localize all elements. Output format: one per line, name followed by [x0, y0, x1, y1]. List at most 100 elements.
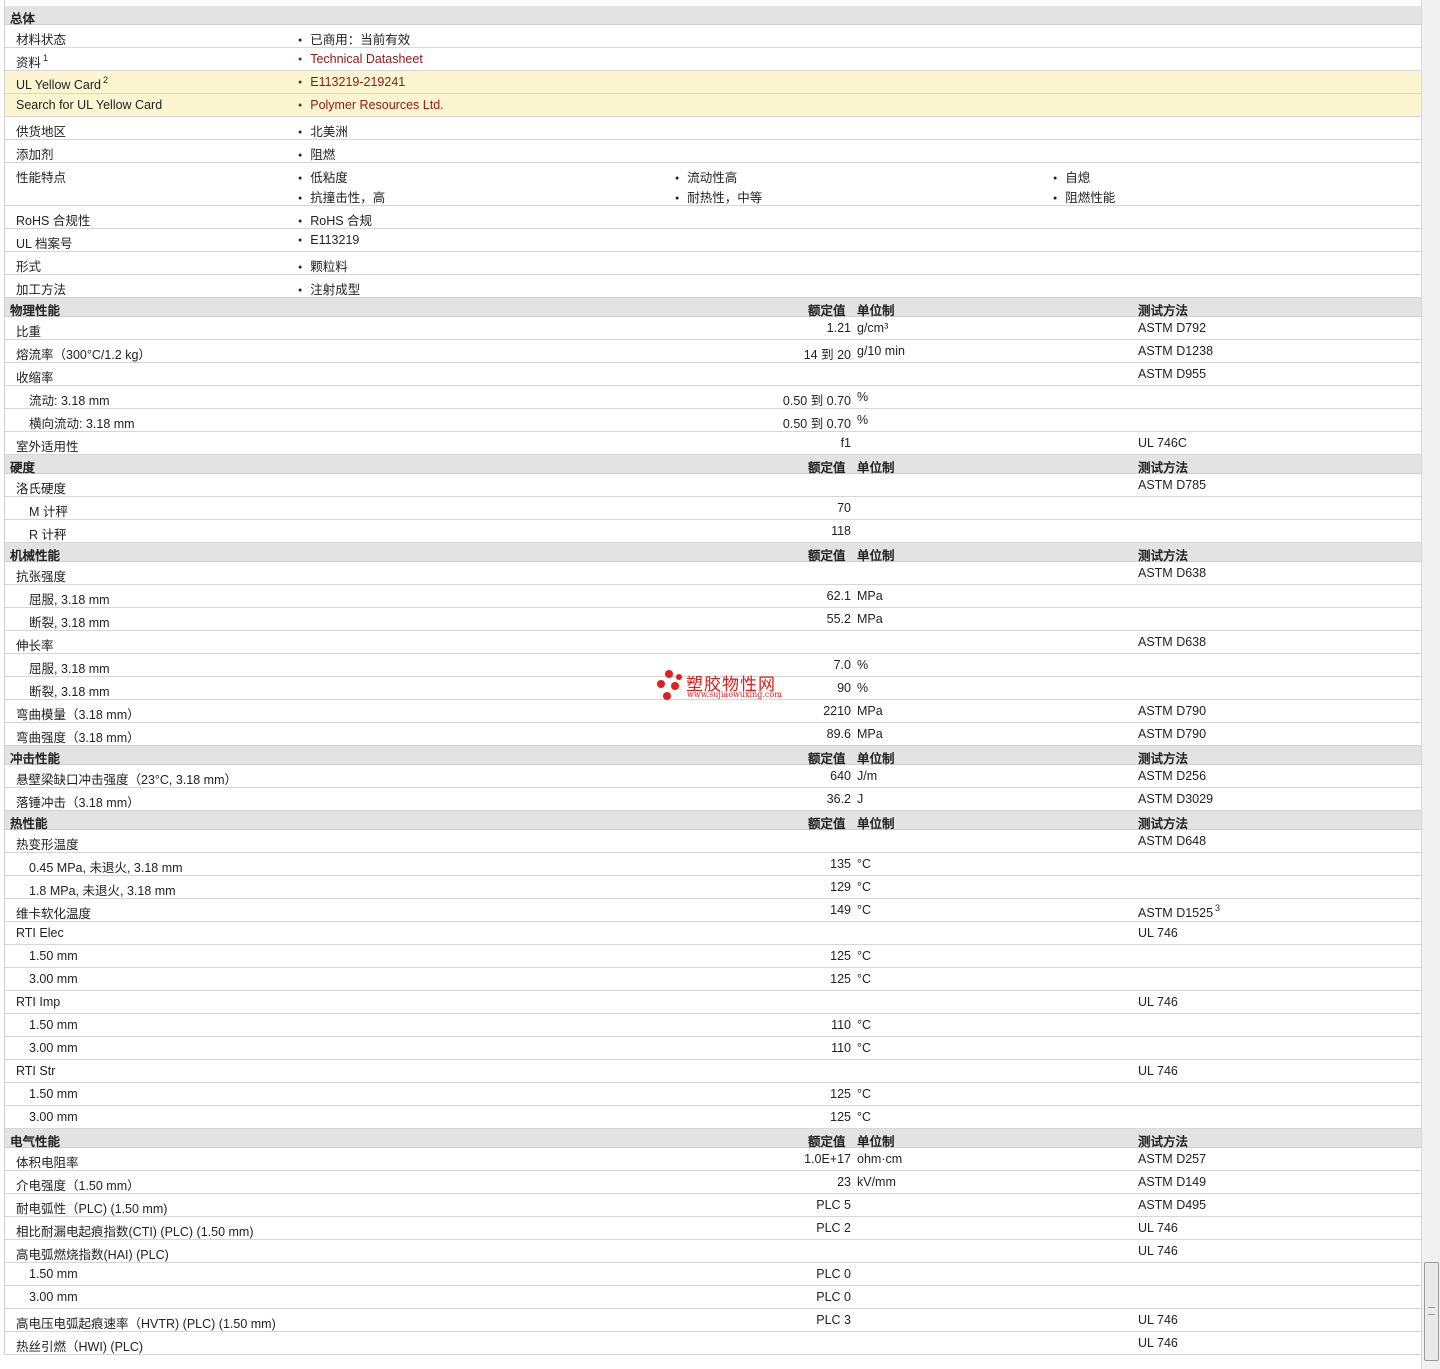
property-label: 屈服, 3.18 mm [29, 593, 110, 607]
general-row: 性能特点 低粘度 流动性高 自熄抗撞击性，高 耐热性，中等 阻燃性能 [5, 163, 1422, 206]
property-subrow: 1.50 mm PLC 0 [5, 1263, 1422, 1286]
property-label: M 计秤 [29, 505, 68, 519]
property-label: RTI Elec [16, 926, 64, 940]
test-method-text: ASTM D149 [1138, 1175, 1207, 1189]
row-label: 材料状态 [16, 29, 66, 48]
test-method: UL 746 [1138, 1244, 1178, 1258]
property-row: 热变形温度 ASTM D648 [5, 830, 1422, 853]
property-unit: MPa [857, 704, 883, 718]
property-subrow: 屈服, 3.18 mm 62.1 MPa [5, 585, 1422, 608]
test-method-text: ASTM D257 [1138, 1152, 1207, 1166]
property-row: RTI Elec UL 746 [5, 922, 1422, 945]
section-header: 总体 [5, 6, 1422, 26]
property-label: 热丝引燃（HWI) (PLC) [16, 1340, 144, 1354]
property-row: 收缩率 ASTM D955 [5, 363, 1422, 386]
property-value: PLC 0 [816, 1290, 851, 1304]
property-row: 相比耐漏电起痕指数(CTI) (PLC) (1.50 mm) PLC 2 UL 74… [5, 1217, 1422, 1240]
property-unit: % [857, 413, 869, 427]
property-label: 高电压电弧起痕速率（HVTR) (PLC) (1.50 mm) [16, 1317, 276, 1331]
vertical-scrollbar[interactable] [1421, 0, 1440, 1369]
test-method-text: ASTM D256 [1138, 769, 1207, 783]
property-value: PLC 5 [816, 1198, 851, 1212]
test-method: ASTM D638 [1138, 635, 1206, 649]
property-label: 悬壁梁缺口冲击强度（23°C, 3.18 mm） [16, 773, 238, 787]
row-label-text: 资料 [16, 56, 42, 70]
row-label: 性能特点 [16, 167, 66, 186]
property-value: PLC 2 [816, 1221, 851, 1235]
row-label-text: 供货地区 [16, 125, 67, 139]
property-unit: kV/mm [857, 1175, 896, 1189]
property-label: 1.50 mm [29, 1267, 78, 1281]
property-row: 室外适用性 f1 UL 746C [5, 432, 1422, 455]
test-method-text: ASTM D1238 [1138, 344, 1214, 358]
property-value: 2210 [823, 704, 851, 718]
property-unit: J [857, 792, 864, 806]
property-label: 0.45 MPa, 未退火, 3.18 mm [29, 861, 183, 875]
property-value: 110 [831, 1041, 851, 1055]
scrollbar-thumb[interactable] [1424, 1262, 1439, 1361]
property-value: 125 [830, 1110, 851, 1124]
test-method-text: UL 746C [1138, 436, 1187, 450]
property-row: 维卡软化温度 149 °C ASTM D1525 3 [5, 899, 1422, 922]
property-subrow: 0.45 MPa, 未退火, 3.18 mm 135 °C [5, 853, 1422, 876]
general-row: 加工方法 注射成型 [5, 275, 1422, 298]
row-label: 资料 1 [16, 52, 48, 71]
property-subrow: 1.8 MPa, 未退火, 3.18 mm 129 °C [5, 876, 1422, 899]
bullet-item: 低粘度 [298, 167, 348, 186]
property-value: 62.1 [826, 589, 851, 603]
test-method-text: ASTM D785 [1138, 478, 1207, 492]
row-label-text: UL 档案号 [16, 237, 73, 251]
test-method: ASTM D792 [1138, 321, 1206, 335]
bullet-item: 阻燃 [298, 144, 335, 163]
property-value: PLC 3 [816, 1313, 851, 1327]
property-label: 体积电阻率 [16, 1156, 79, 1170]
link-item[interactable]: Polymer Resources Ltd. [298, 98, 443, 112]
property-subrow: 断裂, 3.18 mm 55.2 MPa [5, 608, 1422, 631]
test-method: UL 746 [1138, 1313, 1178, 1327]
row-label: 添加剂 [16, 144, 54, 163]
property-subrow: 流动: 3.18 mm 0.50 到 0.70% [5, 386, 1422, 409]
property-row: 高电弧燃烧指数(HAI) (PLC) UL 746 [5, 1240, 1422, 1263]
row-label-text: UL Yellow Card [16, 78, 102, 92]
row-label: Search for UL Yellow Card [16, 98, 162, 112]
property-unit: MPa [857, 589, 883, 603]
property-value: 0.50 到 0.70 [782, 394, 851, 408]
test-method-text: ASTM D638 [1138, 566, 1207, 580]
property-label: 相比耐漏电起痕指数(CTI) (PLC) (1.50 mm) [16, 1225, 254, 1239]
property-unit: °C [857, 903, 872, 917]
link-item[interactable]: Technical Datasheet [298, 52, 423, 66]
property-label: 热变形温度 [16, 838, 79, 852]
test-method: ASTM D1525 3 [1138, 903, 1220, 920]
watermark-logo: 塑胶物性网 www.sujiaowuxing.com [657, 670, 787, 704]
test-method-text: UL 746 [1138, 1064, 1178, 1078]
property-value: 149 [830, 903, 851, 917]
property-row: 弯曲强度（3.18 mm） 89.6 MPa ASTM D790 [5, 723, 1422, 746]
test-method: ASTM D648 [1138, 834, 1206, 848]
property-value: 89.6 [826, 727, 851, 741]
property-unit: % [857, 681, 869, 695]
property-value: f1 [840, 436, 851, 450]
test-method-text: ASTM D955 [1138, 367, 1207, 381]
property-label: 弯曲强度（3.18 mm） [16, 731, 140, 745]
property-value: 135 [830, 857, 851, 871]
property-label: 室外适用性 [16, 440, 79, 454]
bullet-item: 北美洲 [298, 121, 348, 140]
property-value: 129 [830, 880, 851, 894]
property-unit: % [857, 390, 869, 404]
link-item[interactable]: E113219-219241 [298, 75, 405, 89]
bullet-item: E113219 [298, 233, 359, 247]
test-method: UL 746 [1138, 1221, 1178, 1235]
property-subrow: 3.00 mm 125 °C [5, 1106, 1422, 1129]
property-label: 比重 [16, 325, 42, 339]
test-method: UL 746C [1138, 436, 1187, 450]
property-subrow: R 计秤 118 [5, 520, 1422, 543]
footnote-marker: 1 [43, 53, 49, 63]
property-unit: MPa [857, 612, 883, 626]
row-label: RoHS 合规性 [16, 210, 90, 229]
row-label-text: Search for UL Yellow Card [16, 98, 163, 112]
test-method-text: ASTM D495 [1138, 1198, 1207, 1212]
property-row: 熔流率（300°C/1.2 kg） 14 到 20 g/10 min ASTM D12… [5, 340, 1422, 363]
property-unit: g/10 min [857, 344, 905, 358]
bullet-item: 耐热性，中等 [675, 187, 762, 206]
watermark-url: www.sujiaowuxing.com [687, 690, 782, 699]
